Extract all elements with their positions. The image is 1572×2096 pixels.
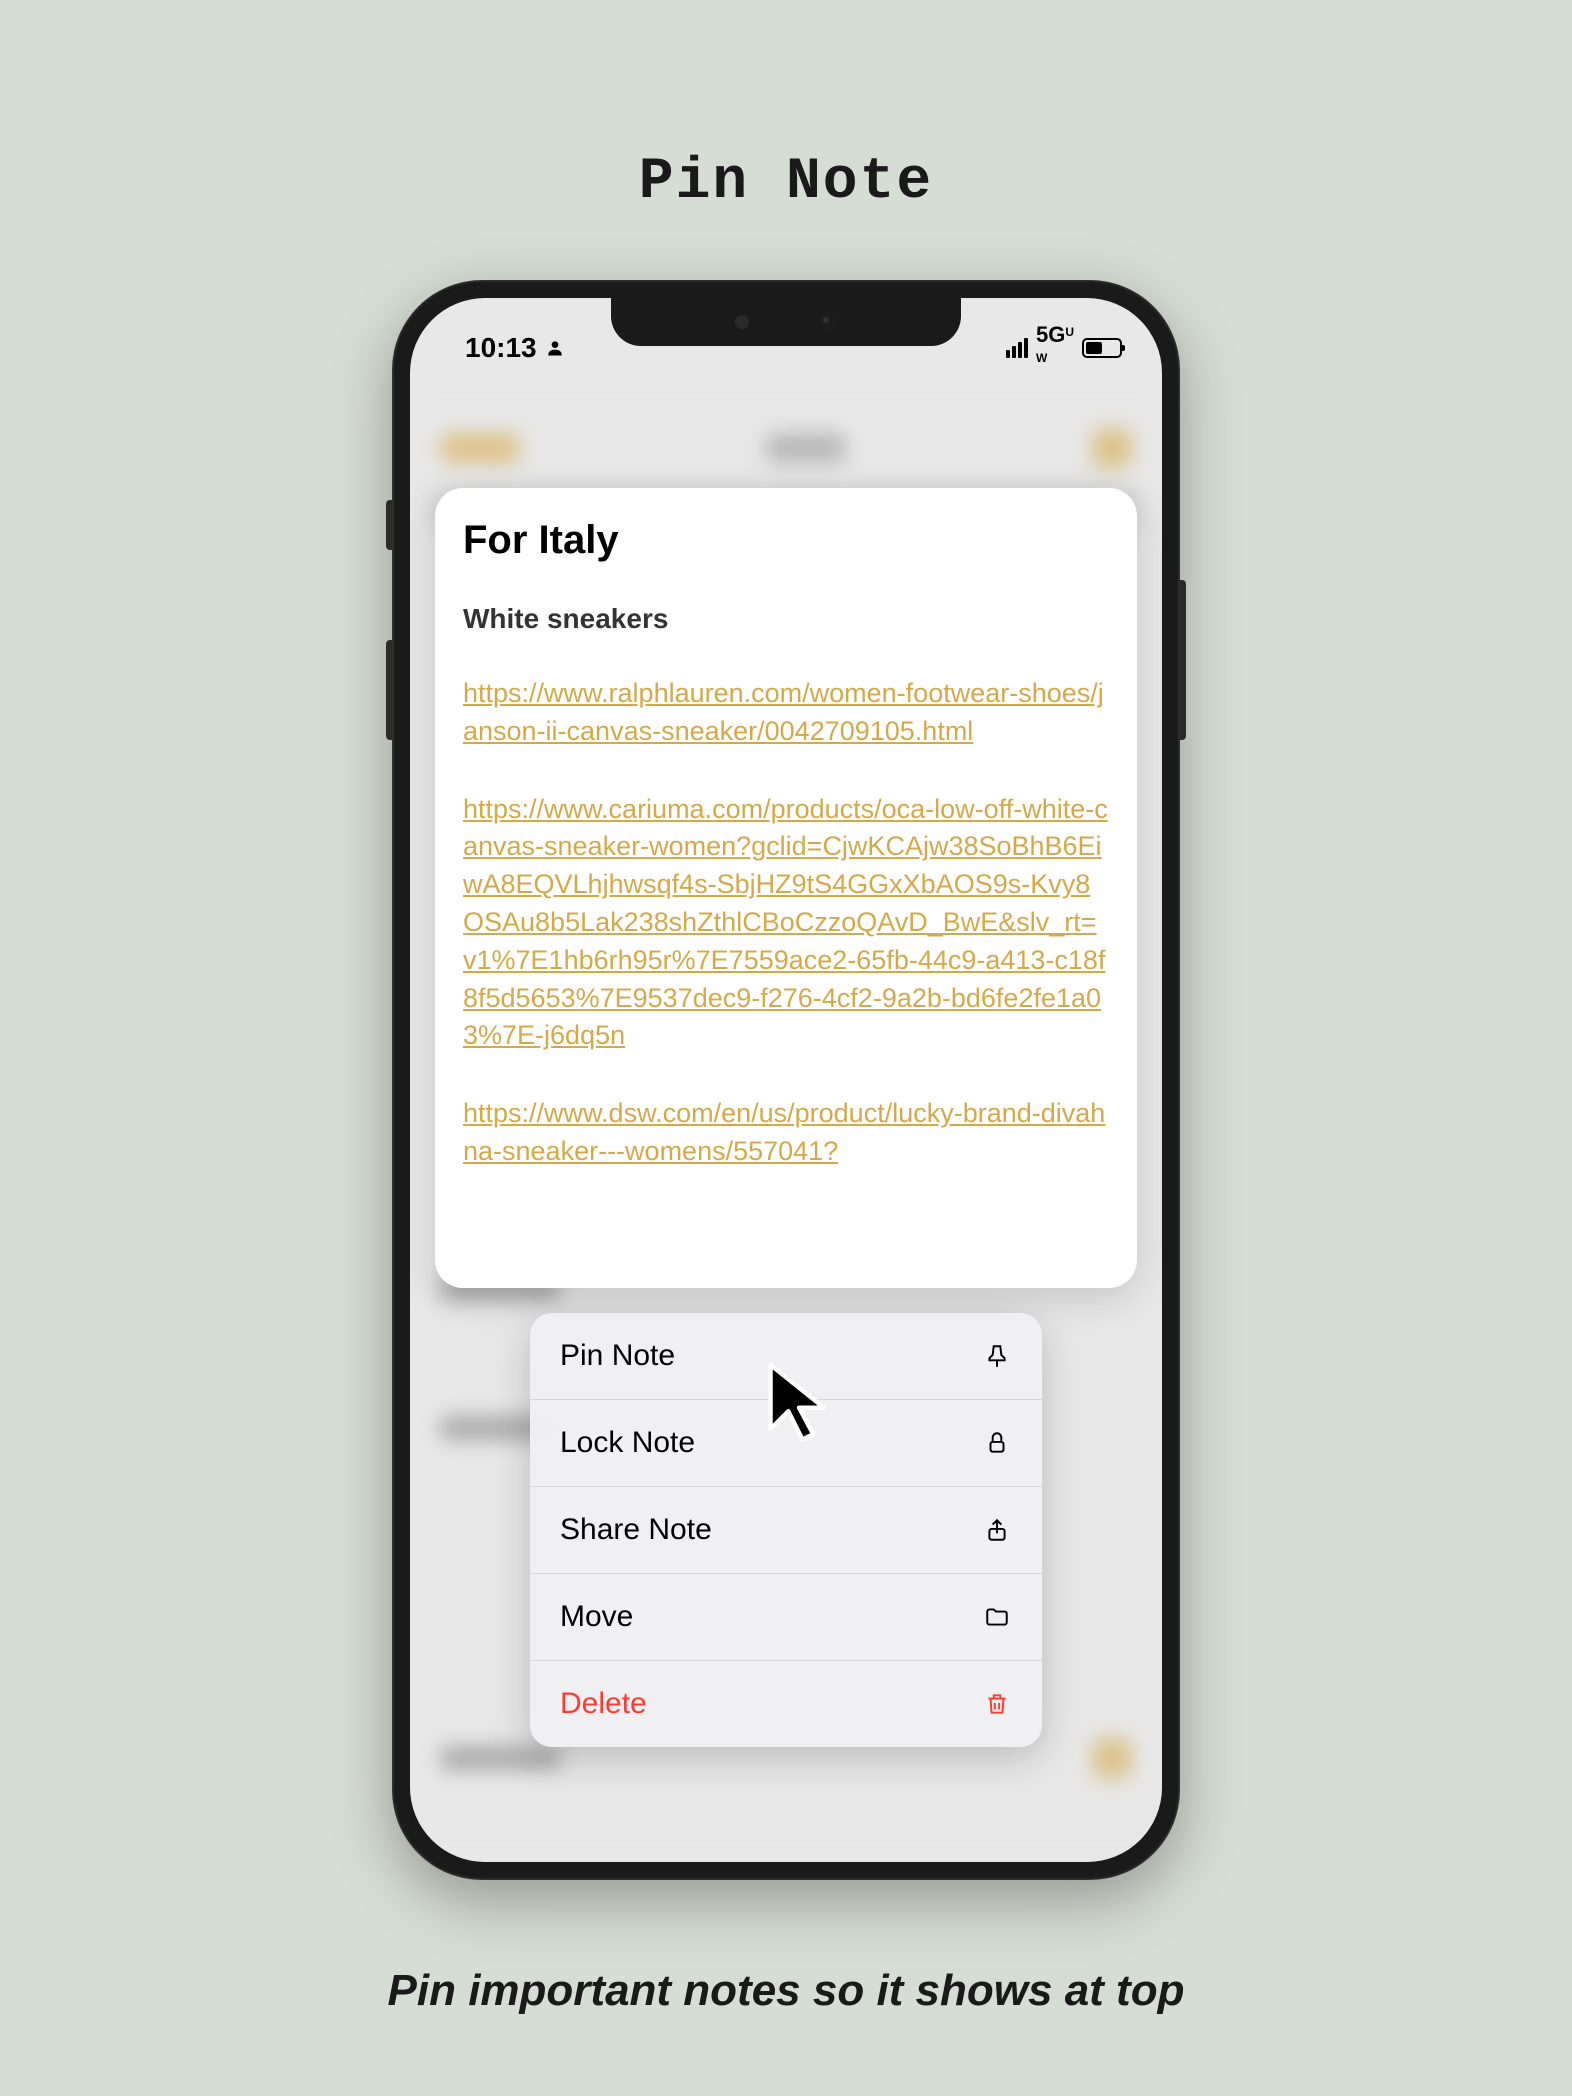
note-title: For Italy: [463, 518, 1109, 563]
battery-icon: [1082, 338, 1122, 358]
power-button: [1180, 580, 1186, 740]
note-preview-card[interactable]: For Italy White sneakers https://www.ral…: [435, 488, 1137, 1288]
menu-item-label: Lock Note: [560, 1426, 695, 1460]
volume-button: [386, 640, 392, 740]
page-caption: Pin important notes so it shows at top: [0, 1966, 1572, 2016]
mute-switch: [386, 500, 392, 550]
phone-mockup: 10:13 5GUW: [392, 280, 1180, 1880]
share-icon: [982, 1515, 1012, 1545]
folder-icon: [982, 1602, 1012, 1632]
pin-icon: [982, 1341, 1012, 1371]
note-link[interactable]: https://www.dsw.com/en/us/product/lucky-…: [463, 1095, 1109, 1171]
cellular-signal-icon: [1006, 338, 1028, 358]
lock-icon: [982, 1428, 1012, 1458]
note-link[interactable]: https://www.cariuma.com/products/oca-low…: [463, 791, 1109, 1056]
menu-item-label: Delete: [560, 1687, 647, 1721]
menu-item-label: Move: [560, 1600, 633, 1634]
page-title: Pin Note: [639, 150, 933, 215]
menu-item-move[interactable]: Move: [530, 1574, 1042, 1661]
menu-item-lock-note[interactable]: Lock Note: [530, 1400, 1042, 1487]
trash-icon: [982, 1689, 1012, 1719]
phone-notch: [611, 298, 961, 346]
status-time: 10:13: [465, 332, 537, 364]
menu-item-delete[interactable]: Delete: [530, 1661, 1042, 1747]
profile-icon: [545, 338, 565, 358]
menu-item-label: Share Note: [560, 1513, 712, 1547]
menu-item-pin-note[interactable]: Pin Note: [530, 1313, 1042, 1400]
note-subtitle: White sneakers: [463, 603, 1109, 635]
context-menu: Pin Note Lock Note: [530, 1313, 1042, 1747]
menu-item-label: Pin Note: [560, 1339, 675, 1373]
network-label: 5GUW: [1036, 322, 1074, 374]
note-link[interactable]: https://www.ralphlauren.com/women-footwe…: [463, 675, 1109, 751]
menu-item-share-note[interactable]: Share Note: [530, 1487, 1042, 1574]
